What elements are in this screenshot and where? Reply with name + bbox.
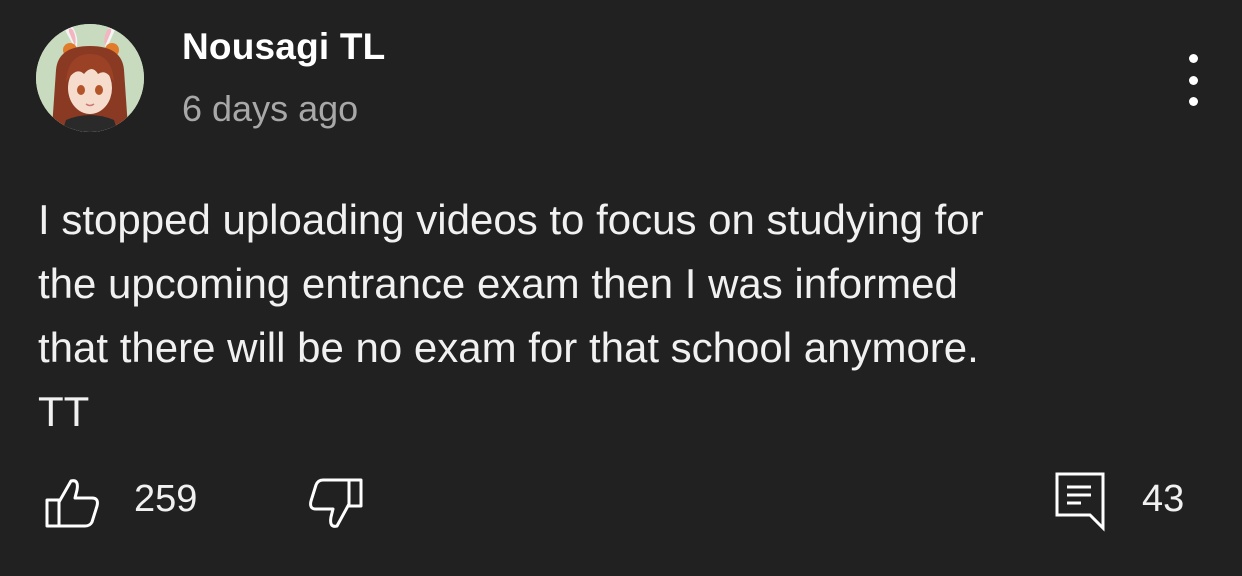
comment-icon: [1055, 472, 1105, 532]
like-button[interactable]: [44, 476, 100, 532]
more-options-button[interactable]: [1170, 54, 1216, 106]
menu-dot: [1188, 97, 1198, 106]
avatar[interactable]: [36, 24, 144, 132]
reply-count[interactable]: 43: [1142, 478, 1184, 521]
avatar-image: [36, 24, 144, 132]
thumbs-down-icon: [309, 478, 363, 528]
menu-dot: [1188, 54, 1198, 63]
dislike-button[interactable]: [306, 476, 364, 532]
comment-timestamp[interactable]: 6 days ago: [182, 88, 358, 130]
thumbs-up-icon: [45, 479, 99, 528]
author-name[interactable]: Nousagi TL: [182, 26, 385, 68]
like-count: 259: [134, 478, 198, 520]
menu-dot: [1188, 75, 1198, 85]
reply-button[interactable]: [1052, 470, 1108, 532]
comment-text: I stopped uploading videos to focus on s…: [38, 196, 984, 435]
